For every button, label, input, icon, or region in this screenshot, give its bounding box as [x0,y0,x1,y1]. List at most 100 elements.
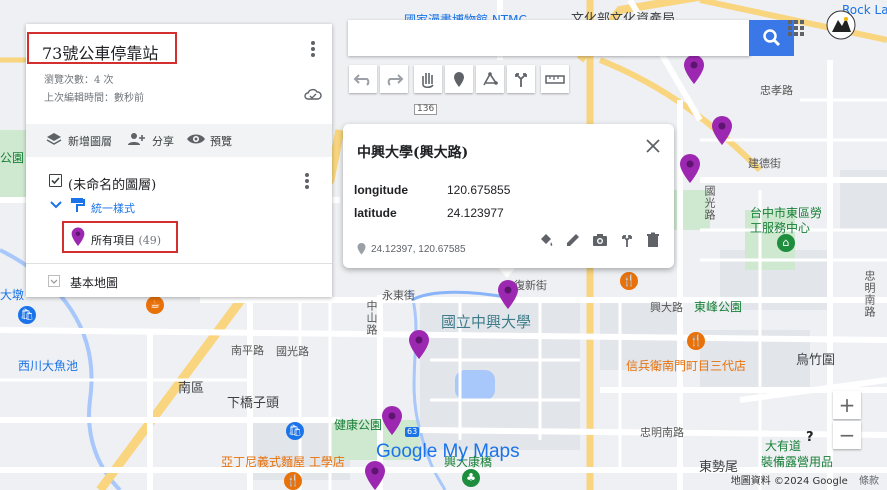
label-park-left: 公園 [0,151,25,165]
share-button[interactable]: 分享 [152,133,174,149]
apps-grid-icon[interactable] [786,18,806,38]
directions-icon[interactable] [619,232,635,248]
add-layer-button[interactable]: 新增圖層 [68,133,112,149]
restaurant-icon[interactable]: 🍴 [284,472,302,490]
bus-stop-marker[interactable] [683,55,705,85]
add-marker-button[interactable] [445,65,473,93]
selected-bus-stop-marker[interactable] [497,280,519,310]
label-east-district-office: 台中市東區勞工服務中心 [750,206,823,235]
pan-button[interactable] [414,65,442,93]
marker-icon [454,72,464,87]
paint-roller-icon [71,198,85,212]
shopping-icon[interactable]: 🛍 [286,422,304,440]
zoom-out-button[interactable]: − [833,421,861,449]
all-items-link[interactable]: 所有項目 (49) [91,232,161,248]
eye-icon [187,134,205,144]
views-count: 瀏覽次數：4 次 [44,75,114,86]
bus-stop-marker[interactable] [364,461,386,490]
uniform-style-link[interactable]: 統一樣式 [91,200,135,216]
bus-stop-marker[interactable] [381,406,403,436]
road-63-shield: 63 [405,427,420,437]
field-key-longitude: longitude [354,183,408,197]
bus-stop-marker[interactable] [679,154,701,184]
label-dadun: 大墩 [0,288,25,302]
google-my-maps-logo: Google My Maps [376,441,520,462]
undo-icon [353,74,370,86]
base-map-label[interactable]: 基本地圖 [70,274,118,291]
close-icon[interactable] [645,138,661,154]
draw-line-button[interactable] [476,65,504,93]
ruler-icon [545,75,565,84]
draw-line-icon [483,72,498,86]
shopping-icon[interactable]: 🛍 [18,306,36,324]
field-value-latitude: 24.123977 [447,206,504,220]
divider [26,263,332,264]
edit-icon[interactable] [565,232,581,248]
label-wuzhuzhuang: 烏竹圍 [796,353,836,368]
directions-icon [515,73,527,87]
road-nanxing: 南平路 [231,344,264,357]
preview-button[interactable]: 預覽 [210,133,232,149]
all-items-label: 所有項目 [91,234,135,247]
info-card: 中興大學(興大路) longitude 120.675855 latitude … [343,124,674,268]
label-yanan: 亞丁尼義式麵屋 工學店 [221,455,345,469]
label-zhuangbei: 裝備露營用品 [761,455,834,469]
map-footer: 地圖資料 ©2024 Google 條款 [723,472,879,487]
layer-panel: 73號公車停靠站 瀏覽次數：4 次 上次編輯時間：數秒前 新增圖層 分享 預覽 … [26,24,332,297]
park-icon[interactable]: ♣ [462,469,480,487]
hand-icon [422,73,434,89]
label-xiaqiaozitou: 下橋子頭 [227,396,280,411]
government-icon[interactable]: ⌂ [777,234,795,252]
redo-icon [387,74,404,86]
layers-icon [46,133,62,145]
road-zhongxiao: 忠孝路 [760,84,793,97]
map-title[interactable]: 73號公車停靠站 [42,40,158,64]
road-xingda: 興大路 [650,301,683,314]
road-xiaoguo: 國光路 [276,345,309,358]
measure-button[interactable] [541,65,569,93]
restaurant-icon[interactable]: 🍴 [620,272,638,290]
layer-checkbox[interactable] [49,174,62,187]
items-count: (49) [138,234,162,247]
layer-options-icon[interactable] [304,172,310,190]
paint-bucket-icon[interactable] [538,232,554,248]
expand-arrow-icon[interactable] [48,275,60,287]
chevron-down-icon[interactable] [50,200,62,210]
label-ximoda: 西川大魚池 [18,359,79,373]
terms-link[interactable]: 條款 [859,476,879,487]
label-xinbing: 信兵衛南門町目三代店 [626,359,747,373]
label-south-district: 南區 [178,381,205,396]
map-pin-icon [71,227,85,246]
undo-button[interactable] [349,65,377,93]
search-input[interactable] [348,20,750,54]
redo-button[interactable] [380,65,408,93]
location-pin-icon [357,243,366,255]
bus-stop-marker[interactable] [711,116,733,146]
add-person-icon [128,133,145,145]
zoom-in-button[interactable]: + [833,391,861,419]
road-zhongming: 忠明南路 [640,426,684,439]
search-box [348,20,750,56]
field-value-longitude: 120.675855 [447,183,511,197]
avatar[interactable] [826,10,856,40]
map-options-icon[interactable] [310,40,316,58]
label-datong-rd: 大有道 [765,439,802,453]
road-136-shield: 136 [414,104,438,115]
cafe-icon[interactable]: ☕ [146,296,164,314]
cloud-saved-icon [304,88,322,100]
field-key-latitude: latitude [354,206,397,220]
bus-stop-marker[interactable] [408,330,430,360]
help-button[interactable]: ? [806,430,814,445]
label-nchu: 國立中興大學 [441,313,532,331]
info-card-coordinates: 24.12397, 120.67585 [371,244,466,255]
camera-icon[interactable] [592,232,608,248]
layer-toolbar: 新增圖層 分享 預覽 [26,124,332,157]
label-dongfeng-park: 東峰公園 [694,300,743,314]
copyright-text: 地圖資料 ©2024 Google [730,476,848,487]
directions-button[interactable] [507,65,535,93]
info-card-title: 中興大學(興大路) [357,145,469,161]
restaurant-icon[interactable]: 🍴 [687,332,705,350]
layer-name[interactable]: (未命名的圖層) [68,174,156,193]
delete-icon[interactable] [645,232,661,248]
road-zhongmingnan: 忠明南路 [863,270,876,318]
